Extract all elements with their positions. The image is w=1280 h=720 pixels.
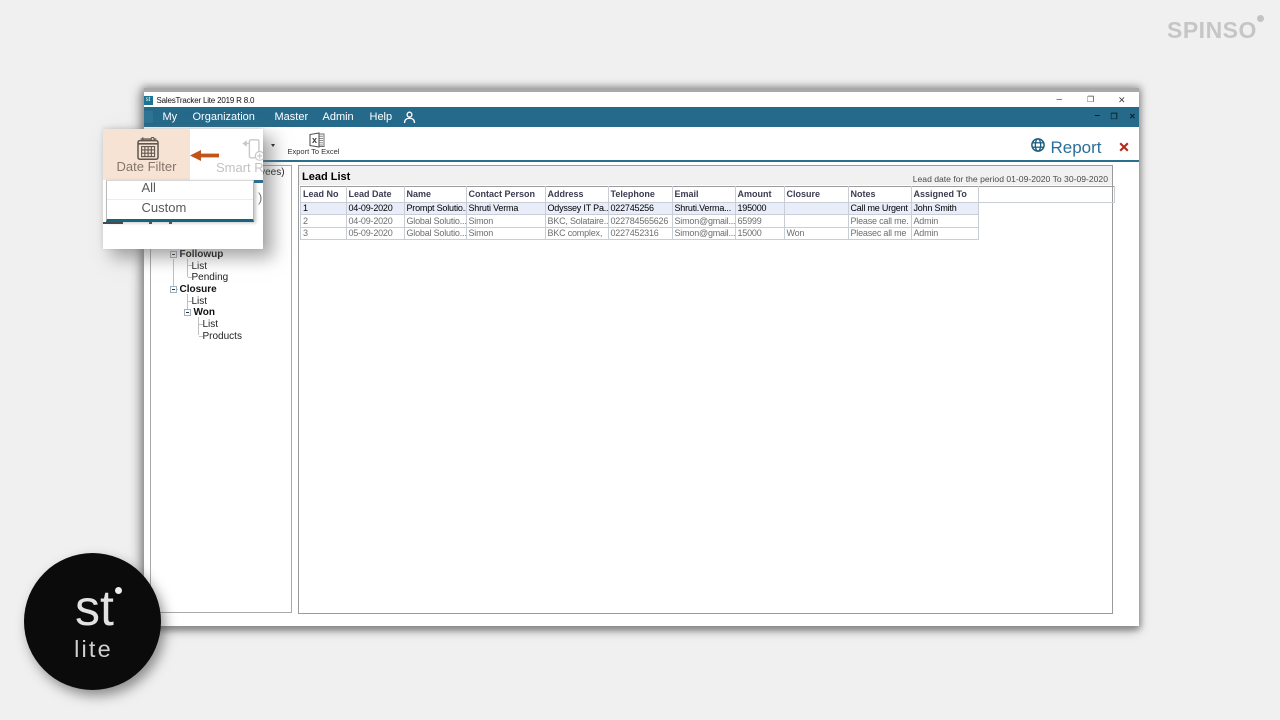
svg-text:x: x — [311, 135, 316, 145]
